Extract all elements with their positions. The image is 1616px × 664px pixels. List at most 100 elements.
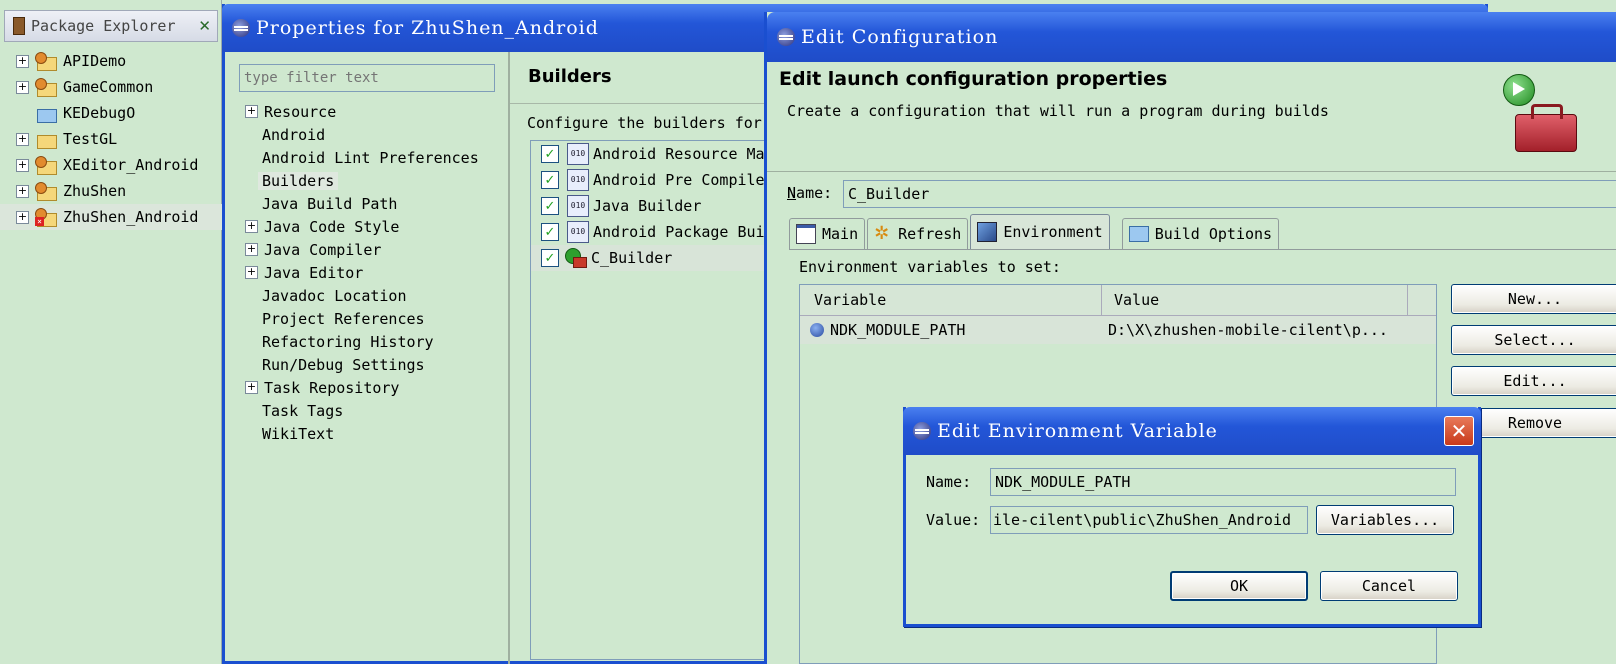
expand-icon[interactable]: +	[245, 220, 258, 233]
tree-item-label: XEditor_Android	[63, 156, 199, 174]
nav-item-task-repository[interactable]: + Task Repository	[245, 376, 513, 399]
column-header-variable[interactable]: Variable	[800, 285, 1102, 315]
tab-label: Main	[822, 225, 859, 243]
tree-item-label: ZhuShen_Android	[63, 208, 199, 226]
nav-item-label: WikiText	[262, 424, 335, 443]
config-name-input[interactable]: C_Builder	[843, 180, 1616, 208]
tree-item-zhushen-android[interactable]: + × ZhuShen_Android	[0, 204, 222, 230]
nav-item-java-code-style[interactable]: + Java Code Style	[245, 215, 513, 238]
nav-item-run-debug-settings[interactable]: Run/Debug Settings	[245, 353, 513, 376]
tree-item-gamecommon[interactable]: + GameCommon	[0, 74, 222, 100]
package-explorer-tab[interactable]: Package Explorer ✕	[4, 10, 218, 42]
tree-item-xeditor-android[interactable]: + XEditor_Android	[0, 152, 222, 178]
eclipse-icon	[777, 28, 795, 46]
nav-item-javadoc-location[interactable]: Javadoc Location	[245, 284, 513, 307]
nav-item-java-build-path[interactable]: Java Build Path	[245, 192, 513, 215]
expand-icon[interactable]: +	[245, 243, 258, 256]
nav-item-android[interactable]: Android	[245, 123, 513, 146]
expand-icon[interactable]: +	[245, 105, 258, 118]
nav-item-project-references[interactable]: Project References	[245, 307, 513, 330]
config-name-label: NName:	[787, 184, 833, 202]
package-explorer-title: Package Explorer	[31, 17, 176, 35]
nav-item-android-lint[interactable]: Android Lint Preferences	[245, 146, 513, 169]
new-button[interactable]: New...	[1451, 284, 1616, 314]
page-title: Builders	[528, 66, 612, 87]
select-button[interactable]: Select...	[1451, 325, 1616, 355]
env-value-input[interactable]: ile-cilent\public\ZhuShen_Android	[990, 506, 1308, 534]
config-tab-folder: Main ✲ Refresh Environment Build Options	[789, 214, 1616, 250]
tree-item-apidemo[interactable]: + APIDemo	[0, 48, 222, 74]
java-project-icon	[35, 78, 57, 97]
refresh-icon: ✲	[874, 223, 890, 244]
tab-build-options[interactable]: Build Options	[1121, 218, 1280, 249]
eclipse-icon	[913, 422, 931, 440]
nav-item-wikitext[interactable]: WikiText	[245, 422, 513, 445]
button-label: Select...	[1494, 331, 1576, 349]
variable-value-cell: D:\X\zhushen-mobile-cilent\p...	[1108, 321, 1388, 339]
tree-item-zhushen[interactable]: + ZhuShen	[0, 178, 222, 204]
package-icon	[13, 17, 25, 35]
button-label: Cancel	[1361, 577, 1417, 595]
nav-item-builders[interactable]: Builders	[245, 169, 513, 192]
tree-item-label: GameCommon	[63, 78, 154, 96]
expand-icon[interactable]: +	[16, 132, 29, 146]
nav-item-label: Java Build Path	[262, 194, 398, 213]
tab-main[interactable]: Main	[789, 218, 866, 249]
close-button[interactable]: ✕	[1444, 416, 1474, 446]
document-icon	[796, 224, 816, 244]
edit-configuration-title: Edit Configuration	[801, 26, 999, 48]
folder-icon	[1128, 226, 1149, 242]
nav-item-label: Android Lint Preferences	[262, 148, 479, 167]
tree-item-testgl[interactable]: + TestGL	[0, 126, 222, 152]
filter-input-field[interactable]	[240, 65, 494, 91]
expand-icon[interactable]: +	[16, 158, 29, 172]
cancel-button[interactable]: Cancel	[1320, 571, 1458, 601]
nav-item-java-compiler[interactable]: + Java Compiler	[245, 238, 513, 261]
expand-icon[interactable]: +	[245, 381, 258, 394]
env-name-input[interactable]: NDK_MODULE_PATH	[990, 468, 1456, 496]
env-name-label: Name:	[926, 473, 971, 491]
button-label: Edit...	[1503, 372, 1567, 390]
expand-icon[interactable]: +	[16, 54, 29, 68]
nav-item-label: Resource	[264, 102, 337, 121]
eclipse-icon	[232, 19, 250, 37]
nav-item-label: Task Tags	[262, 401, 344, 420]
column-header-value[interactable]: Value	[1102, 285, 1408, 315]
ok-button[interactable]: OK	[1170, 571, 1308, 601]
value-label-text: Value:	[926, 511, 981, 529]
checkbox[interactable]: ✓	[541, 145, 559, 163]
edit-env-title: Edit Environment Variable	[937, 420, 1218, 442]
tab-refresh[interactable]: ✲ Refresh	[867, 218, 969, 249]
filter-input[interactable]	[239, 64, 495, 92]
checkbox[interactable]: ✓	[541, 249, 559, 267]
tree-item-label: KEDebugO	[63, 104, 136, 122]
sash-divider[interactable]	[508, 52, 510, 664]
edit-configuration-title-bar[interactable]: Edit Configuration	[767, 12, 1616, 62]
variables-button[interactable]: Variables...	[1316, 505, 1454, 535]
builders-description: Configure the builders for	[527, 114, 762, 132]
checkbox[interactable]: ✓	[541, 197, 559, 215]
expand-icon[interactable]: +	[16, 184, 29, 198]
expand-icon[interactable]: +	[245, 266, 258, 279]
close-icon[interactable]: ✕	[198, 17, 211, 35]
java-project-icon	[35, 156, 57, 175]
table-row[interactable]: NDK_MODULE_PATH D:\X\zhushen-mobile-cile…	[800, 316, 1436, 344]
nav-item-label: Java Editor	[264, 263, 364, 282]
expand-icon[interactable]: +	[16, 80, 29, 94]
tree-item-kedebugo[interactable]: KEDebugO	[0, 100, 222, 126]
nav-item-resource[interactable]: + Resource	[245, 100, 513, 123]
tab-environment[interactable]: Environment	[970, 214, 1110, 249]
checkbox[interactable]: ✓	[541, 223, 559, 241]
button-label: OK	[1229, 577, 1249, 595]
edit-button[interactable]: Edit...	[1451, 366, 1616, 396]
package-tree: + APIDemo + GameCommon KEDebugO + TestGL…	[0, 48, 222, 230]
checkbox[interactable]: ✓	[541, 171, 559, 189]
nav-item-refactoring-history[interactable]: Refactoring History	[245, 330, 513, 353]
nav-item-java-editor[interactable]: + Java Editor	[245, 261, 513, 284]
edit-env-title-bar[interactable]: Edit Environment Variable	[903, 407, 1481, 455]
edit-env-variable-dialog: Edit Environment Variable ✕ Name: NDK_MO…	[903, 407, 1481, 627]
nav-item-task-tags[interactable]: Task Tags	[245, 399, 513, 422]
close-icon: ✕	[1450, 419, 1468, 443]
expand-icon[interactable]: +	[16, 210, 29, 224]
builder-label: Android Package Bui	[593, 223, 765, 241]
